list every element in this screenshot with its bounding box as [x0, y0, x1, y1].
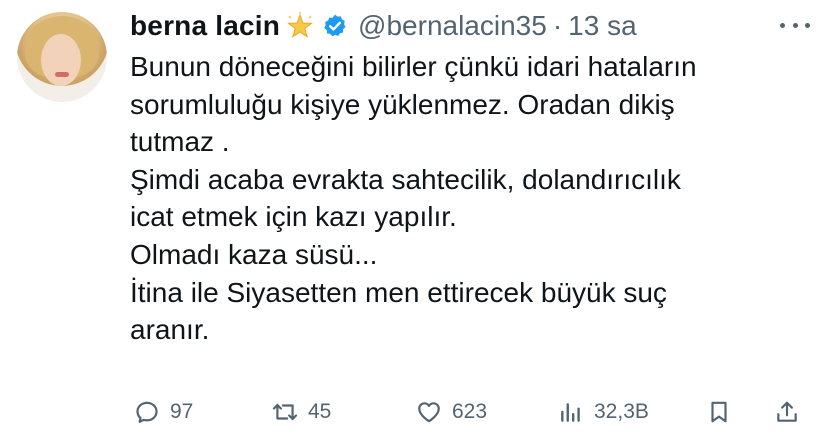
dot-icon [780, 22, 785, 28]
bookmark-button[interactable] [706, 392, 732, 432]
like-button[interactable]: 623 [416, 392, 487, 432]
view-count: 32,3B [594, 400, 649, 423]
tweet-header: berna lacin @bernalacin35 · 13 sa [130, 8, 637, 44]
verified-badge-icon[interactable] [322, 13, 348, 39]
reply-count: 97 [170, 400, 194, 423]
reply-button[interactable]: 97 [134, 392, 193, 432]
more-options-button[interactable] [780, 13, 810, 37]
repost-button[interactable]: 45 [272, 392, 331, 432]
reply-icon [136, 401, 158, 423]
tweet-text: Bunun döneceğini bilirler çünkü idari ha… [130, 51, 697, 346]
avatar-face [41, 34, 81, 86]
tweet-actions: 97 45 623 32,3B [130, 392, 806, 432]
share-icon [777, 401, 797, 422]
share-button[interactable] [774, 392, 800, 432]
avatar-lips [55, 72, 69, 77]
tweet-timestamp[interactable]: 13 sa [568, 10, 637, 42]
views-button[interactable]: 32,3B [558, 392, 649, 432]
views-chart-icon [561, 403, 580, 422]
repost-count: 45 [308, 400, 332, 423]
author-handle[interactable]: @bernalacin35 [358, 10, 547, 42]
repost-icon [272, 403, 298, 421]
like-count: 623 [452, 400, 488, 423]
author-avatar[interactable] [17, 12, 107, 102]
header-separator: · [552, 10, 563, 41]
dot-icon [792, 22, 798, 28]
heart-icon [418, 402, 440, 423]
author-display-name[interactable]: berna lacin [130, 10, 280, 42]
bookmark-icon [711, 401, 727, 423]
glowing-star-icon [287, 12, 313, 38]
dot-icon [805, 22, 810, 28]
